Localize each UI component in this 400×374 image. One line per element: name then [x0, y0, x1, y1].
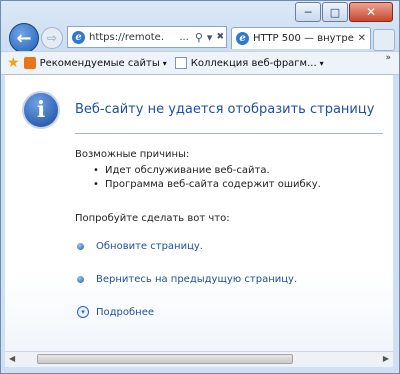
bullet-dot-icon: [77, 243, 84, 250]
divider: [75, 133, 383, 134]
tab-title: HTTP 500 — внутрен...: [253, 33, 354, 44]
favorites-item-suggested[interactable]: Рекомендуемые сайты ▾: [23, 57, 167, 69]
stop-icon[interactable]: ✖: [216, 32, 224, 42]
scrollbar-thumb[interactable]: [37, 354, 293, 364]
list-item: • Идет обслуживание веб-сайта.: [93, 165, 270, 176]
new-tab-button[interactable]: [373, 29, 395, 51]
ie-tab-icon: e: [236, 32, 249, 45]
page-content: i Веб-сайту не удается отобразить страни…: [5, 74, 393, 359]
favorites-item-web-slices[interactable]: Коллекция веб-фрагм... ▾: [174, 57, 324, 69]
bullet-dot-icon: [77, 276, 84, 283]
browser-window: ─ □ ✕ ← ⇨ e https://remote. ... ⚲ ▾ ✖ e …: [0, 0, 400, 374]
scroll-right-icon[interactable]: ▶: [383, 354, 389, 363]
refresh-page-link[interactable]: Обновите страницу.: [77, 241, 203, 252]
caret-icon: ▾: [162, 58, 167, 68]
causes-list: • Идет обслуживание веб-сайта. • Программа…: [93, 165, 321, 193]
window-controls: ─ □ ✕: [294, 2, 393, 22]
toolbar-overflow-chevron-icon[interactable]: »: [385, 53, 391, 63]
info-icon: i: [22, 91, 60, 129]
more-info-label[interactable]: Подробнее: [96, 307, 154, 318]
forward-arrow-icon: ⇨: [46, 31, 58, 45]
list-item: • Программа веб-сайта содержит ошибку.: [93, 179, 321, 190]
suggested-sites-icon: [23, 57, 36, 69]
page-title: Веб-сайту не удается отобразить страницу: [75, 102, 375, 117]
ie-page-icon: e: [72, 30, 85, 44]
web-slice-icon: [174, 57, 187, 69]
address-ellipsis: ...: [179, 31, 189, 43]
more-info-link[interactable]: ▾ Подробнее: [77, 306, 154, 318]
back-arrow-icon: ←: [16, 27, 32, 49]
try-title: Попробуйте сделать вот что:: [75, 213, 230, 224]
horizontal-scrollbar[interactable]: ◀ ▶: [5, 351, 393, 367]
causes-title: Возможные причины:: [75, 149, 190, 160]
tab-active[interactable]: e HTTP 500 — внутрен... ✕: [231, 27, 371, 49]
refresh-page-label[interactable]: Обновите страницу.: [96, 241, 203, 252]
go-back-label[interactable]: Вернитесь на предыдущую страницу.: [96, 274, 297, 285]
close-button[interactable]: ✕: [349, 2, 393, 22]
maximize-button[interactable]: □: [322, 2, 348, 22]
favorites-bar: ★ Рекомендуемые сайты ▾ Коллекция веб-фр…: [1, 51, 399, 75]
address-bar[interactable]: e https://remote. ... ⚲ ▾ ✖: [67, 26, 227, 48]
address-tools: ⚲ ▾ ✖: [193, 31, 226, 44]
scroll-left-icon[interactable]: ◀: [9, 354, 15, 363]
expand-chevron-icon: ▾: [77, 306, 89, 318]
favorites-item-label: Коллекция веб-фрагм...: [190, 57, 317, 69]
back-button[interactable]: ←: [9, 23, 39, 53]
favorites-star-icon[interactable]: ★: [7, 55, 20, 71]
favorites-item-label: Рекомендуемые сайты: [39, 57, 160, 69]
search-icon[interactable]: ⚲: [195, 31, 203, 44]
minimize-button[interactable]: ─: [295, 2, 321, 22]
caret-icon: ▾: [319, 58, 324, 68]
address-url[interactable]: https://remote.: [89, 32, 179, 43]
tab-close-icon[interactable]: ✕: [358, 33, 366, 44]
dropdown-arrow-icon[interactable]: ▾: [207, 31, 213, 44]
forward-button[interactable]: ⇨: [41, 27, 63, 49]
go-back-link[interactable]: Вернитесь на предыдущую страницу.: [77, 274, 297, 285]
